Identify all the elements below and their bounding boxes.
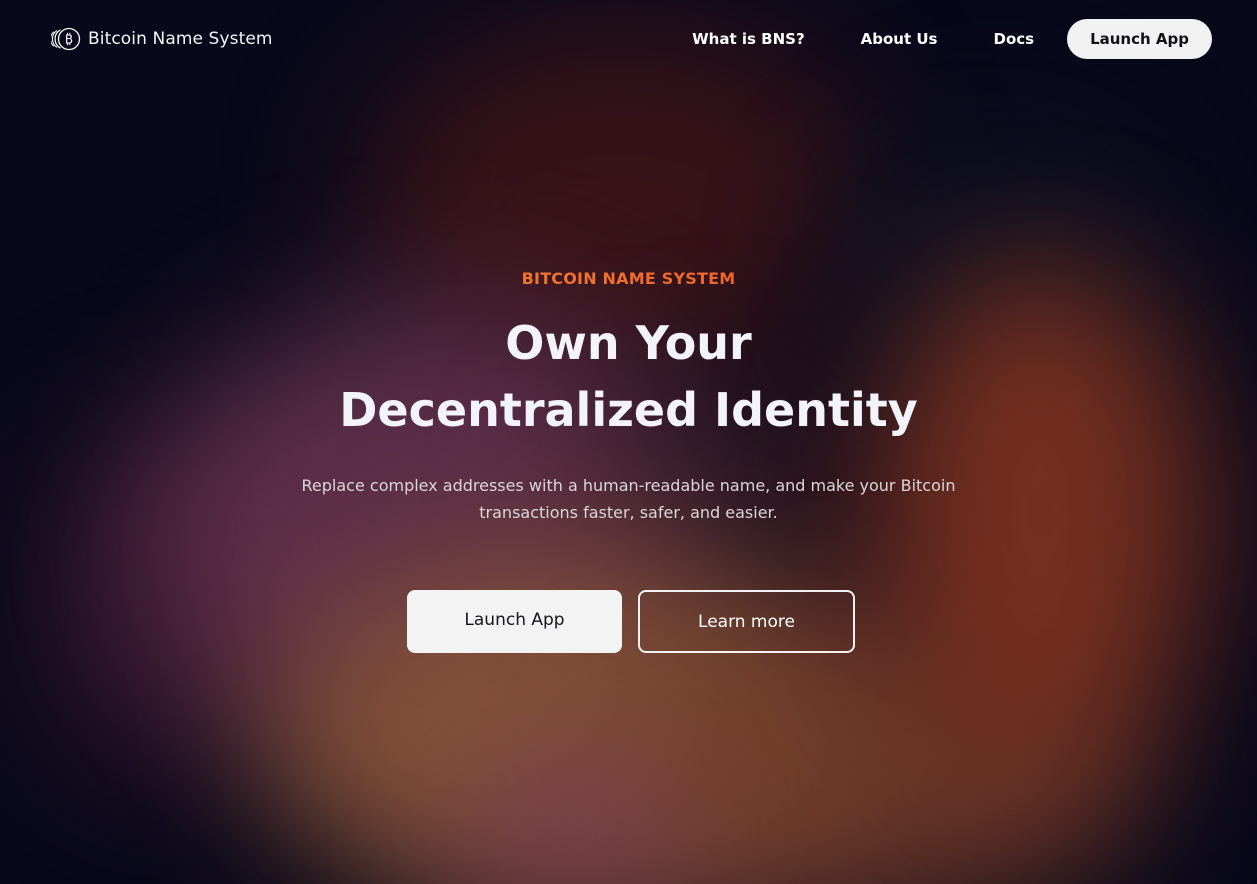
nav-link-about-us[interactable]: About Us	[861, 30, 938, 48]
nav-launch-app-button[interactable]: Launch App	[1067, 19, 1212, 59]
hero-launch-app-button[interactable]: Launch App	[407, 590, 622, 653]
hero-subtext: Replace complex addresses with a human-r…	[301, 476, 956, 522]
svg-text:B: B	[65, 32, 73, 46]
main-nav: What is BNS? About Us Docs Launch App	[692, 19, 1212, 59]
hero-headline: Own Your Decentralized Identity	[0, 310, 1257, 444]
hero-headline-line-1: Own Your	[505, 316, 752, 370]
hero-learn-more-button[interactable]: Learn more	[638, 590, 855, 653]
nav-link-docs[interactable]: Docs	[994, 30, 1035, 48]
background-glow	[620, 620, 1140, 884]
bitcoin-rings-icon: B	[51, 27, 81, 51]
hero-eyebrow: BITCOIN NAME SYSTEM	[0, 269, 1257, 288]
nav-link-what-is-bns[interactable]: What is BNS?	[692, 30, 805, 48]
hero-button-row: Launch App Learn more	[407, 590, 855, 653]
background-glow	[40, 420, 300, 780]
brand-home-link[interactable]: B Bitcoin Name System	[51, 27, 273, 51]
background-glow	[460, 760, 680, 884]
landing-page: B Bitcoin Name System What is BNS? About…	[0, 0, 1257, 884]
brand-name: Bitcoin Name System	[88, 29, 273, 49]
top-navbar: B Bitcoin Name System What is BNS? About…	[0, 0, 1257, 80]
hero-headline-line-2: Decentralized Identity	[339, 383, 918, 437]
